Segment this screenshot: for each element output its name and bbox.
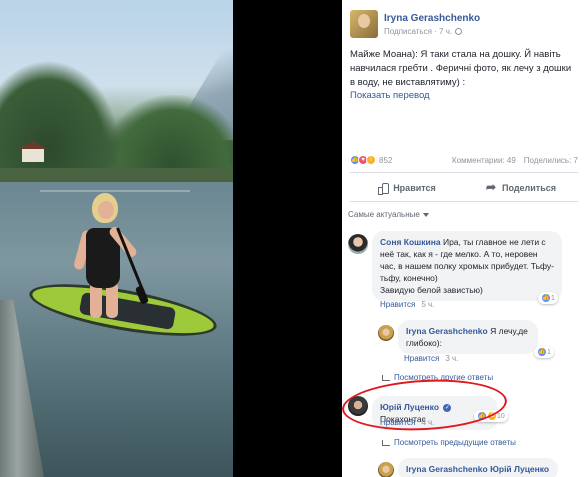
reaction-icons[interactable]: 👍 ♥ ! 852 <box>350 155 392 165</box>
reply-mention[interactable]: Юрій Луценко <box>490 464 549 474</box>
share-button-label: Поделиться <box>501 183 556 193</box>
post-photo[interactable] <box>0 0 233 477</box>
comment-time[interactable]: 5 ч. <box>421 300 434 309</box>
comment-text-line2: Завидую белой завистью) <box>380 285 483 295</box>
reply-reactions[interactable]: 👍 1 <box>534 346 554 358</box>
like-button[interactable]: Нравится <box>350 178 464 198</box>
reply-arrow-icon <box>382 439 390 446</box>
comment-sort-dropdown[interactable]: Самые актуальные <box>348 210 429 219</box>
post-meta: Подписаться · 7 ч. <box>384 27 480 36</box>
like-reaction-icon: 👍 <box>537 347 547 357</box>
photo-person-face <box>98 201 114 219</box>
avatar[interactable] <box>348 234 368 254</box>
reply-arrow-icon <box>382 374 390 381</box>
reaction-count[interactable]: 852 <box>379 156 392 165</box>
avatar[interactable] <box>378 325 394 341</box>
post-side-panel: Iryna Gerashchenko Подписаться · 7 ч. Ма… <box>342 0 585 477</box>
view-previous-replies-link[interactable]: Посмотреть предыдущие ответы <box>382 438 516 447</box>
view-previous-replies-label: Посмотреть предыдущие ответы <box>394 438 516 447</box>
photo-dock <box>0 300 44 477</box>
reactions-summary: 👍 ♥ ! 852 Комментарии: 49 Поделились: 7 <box>350 155 578 165</box>
photo-paddle <box>116 227 146 294</box>
divider <box>350 201 578 202</box>
share-icon <box>486 180 497 194</box>
share-button[interactable]: Поделиться <box>464 178 578 198</box>
post-actions: Нравится Поделиться <box>350 178 578 198</box>
comments-count[interactable]: Комментарии: 49 <box>452 156 516 165</box>
comment-reactions[interactable]: 👍 1 <box>538 292 558 304</box>
photo-water <box>40 190 190 192</box>
photo-house <box>22 148 44 162</box>
divider <box>350 172 578 173</box>
author-name[interactable]: Iryna Gerashchenko <box>384 13 480 24</box>
wow-reaction-icon: ! <box>366 155 376 165</box>
chevron-down-icon <box>422 212 429 217</box>
post-header: Iryna Gerashchenko Подписаться · 7 ч. <box>350 10 480 38</box>
comment-like-link[interactable]: Нравится <box>380 300 415 309</box>
comment-author[interactable]: Соня Кошкина <box>380 237 441 247</box>
reply-author[interactable]: Iryna Gerashchenko <box>406 326 488 336</box>
sort-label: Самые актуальные <box>348 210 420 219</box>
reply-bubble: Iryna Gerashchenko Я лечу,де глибоко): <box>398 320 538 354</box>
post-text: Майже Моана): Я таки стала на дошку. Й н… <box>350 49 572 88</box>
shares-count[interactable]: Поделились: 7 <box>524 156 578 165</box>
like-reaction-icon: 👍 <box>541 293 551 303</box>
photo-hill-left <box>0 60 120 170</box>
photo-shore <box>0 168 233 182</box>
comment-reaction-count: 1 <box>551 294 555 302</box>
reply-author[interactable]: Iryna Gerashchenko <box>406 464 488 474</box>
post-meta-text[interactable]: Подписаться · 7 ч. <box>384 27 452 36</box>
like-button-label: Нравится <box>393 183 436 193</box>
comment-actions: Нравится 5 ч. <box>380 300 434 309</box>
post-photo-viewer <box>0 0 342 477</box>
author-avatar[interactable] <box>350 10 378 38</box>
translate-link[interactable]: Показать перевод <box>350 90 430 101</box>
reply-reaction-count: 10 <box>497 412 505 420</box>
reply-actions: Нравится 3 ч. <box>404 354 458 363</box>
comment-bubble: Соня Кошкина Ира, ты главное не лети с н… <box>372 231 562 301</box>
globe-icon <box>455 27 463 35</box>
reply-time[interactable]: 3 ч. <box>445 354 458 363</box>
reply-reaction-count: 1 <box>547 348 551 356</box>
thumbs-up-icon <box>378 183 390 195</box>
reply-bubble: Iryna Gerashchenko Юрій Луценко <box>398 458 558 477</box>
avatar[interactable] <box>378 462 394 477</box>
reply-like-link[interactable]: Нравится <box>404 354 439 363</box>
